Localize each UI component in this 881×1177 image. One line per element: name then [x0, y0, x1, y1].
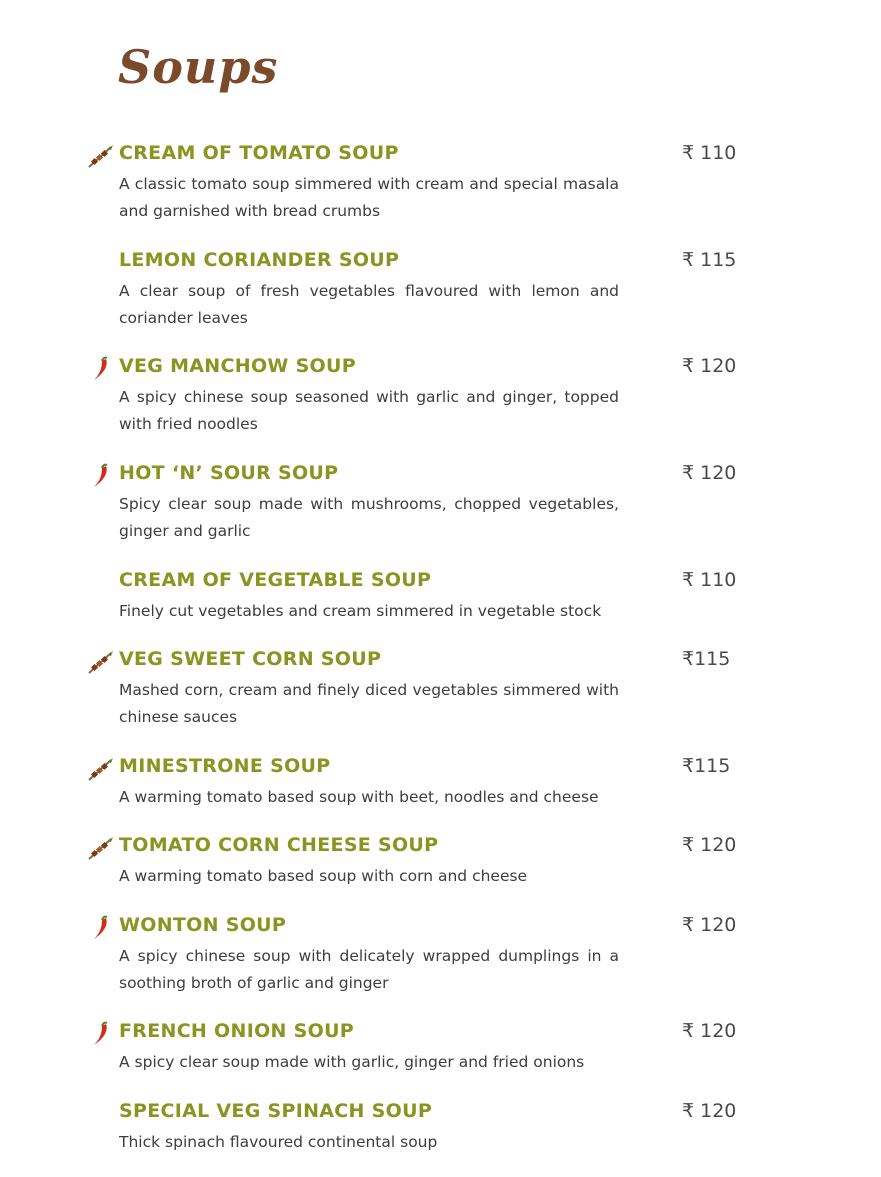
kebab-skewer-icon	[88, 837, 113, 860]
item-name: LEMON CORIANDER SOUP	[119, 249, 400, 271]
item-description: A spicy chinese soup with delicately wra…	[119, 947, 619, 992]
item-description: Finely cut vegetables and cream simmered…	[119, 602, 602, 620]
item-description: A warming tomato based soup with beet, n…	[119, 788, 599, 806]
item-price: ₹ 120	[682, 1100, 737, 1122]
item-description: A classic tomato soup simmered with crea…	[119, 175, 619, 220]
item-description: A warming tomato based soup with corn an…	[119, 867, 528, 885]
item-price: ₹ 115	[682, 249, 737, 271]
item-price: ₹115	[682, 648, 731, 670]
item-description: Thick spinach flavoured continental soup	[119, 1133, 438, 1151]
item-price: ₹ 120	[682, 914, 737, 936]
item-price: ₹ 110	[682, 569, 737, 591]
kebab-skewer-icon	[88, 145, 113, 168]
chili-pepper-icon	[94, 463, 108, 487]
item-name: FRENCH ONION SOUP	[119, 1020, 355, 1042]
item-price: ₹115	[682, 755, 731, 777]
item-description: A spicy chinese soup seasoned with garli…	[119, 388, 619, 433]
chili-pepper-icon	[94, 915, 108, 939]
item-name: MINESTRONE SOUP	[119, 755, 331, 777]
kebab-skewer-icon	[88, 651, 113, 674]
kebab-skewer-icon	[88, 758, 113, 781]
item-description: A spicy clear soup made with garlic, gin…	[119, 1053, 585, 1071]
item-description: Spicy clear soup made with mushrooms, ch…	[119, 495, 619, 540]
page-title: Soups	[118, 40, 279, 94]
chili-pepper-icon	[94, 356, 108, 380]
item-name: HOT ‘N’ SOUR SOUP	[119, 462, 339, 484]
item-name: CREAM OF TOMATO SOUP	[119, 142, 399, 164]
item-description: A clear soup of fresh vegetables flavour…	[119, 282, 619, 327]
item-description: Mashed corn, cream and finely diced vege…	[119, 681, 619, 726]
item-name: VEG SWEET CORN SOUP	[119, 648, 382, 670]
item-name: TOMATO CORN CHEESE SOUP	[119, 834, 439, 856]
item-name: SPECIAL VEG SPINACH SOUP	[119, 1100, 433, 1122]
item-name: WONTON SOUP	[119, 914, 287, 936]
item-price: ₹ 120	[682, 834, 737, 856]
item-name: CREAM OF VEGETABLE SOUP	[119, 569, 432, 591]
item-price: ₹ 120	[682, 355, 737, 377]
item-price: ₹ 110	[682, 142, 737, 164]
item-price: ₹ 120	[682, 462, 737, 484]
chili-pepper-icon	[94, 1021, 108, 1045]
item-price: ₹ 120	[682, 1020, 737, 1042]
item-name: VEG MANCHOW SOUP	[119, 355, 356, 377]
